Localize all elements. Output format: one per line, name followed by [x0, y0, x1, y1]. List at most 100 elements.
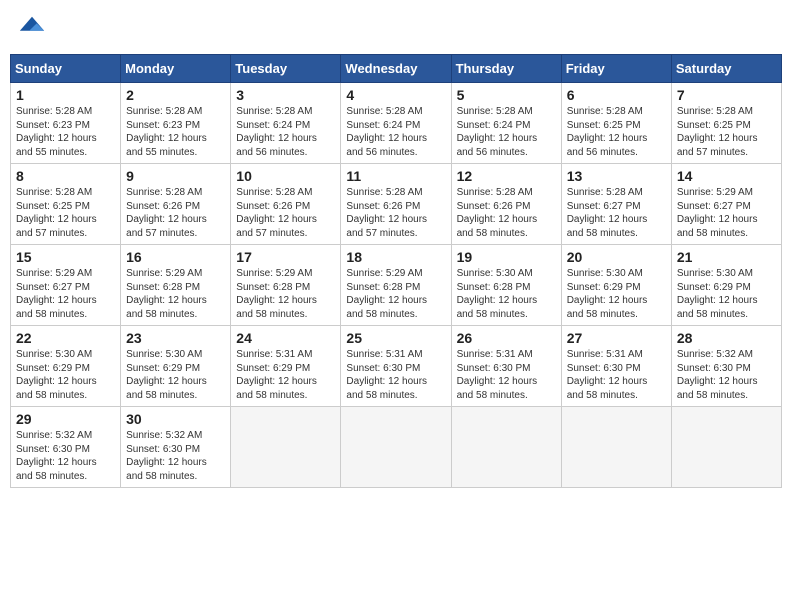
calendar-cell: 10 Sunrise: 5:28 AM Sunset: 6:26 PM Dayl… [231, 164, 341, 245]
calendar-week-4: 22 Sunrise: 5:30 AM Sunset: 6:29 PM Dayl… [11, 326, 782, 407]
day-number: 24 [236, 330, 335, 346]
calendar-cell: 4 Sunrise: 5:28 AM Sunset: 6:24 PM Dayli… [341, 83, 451, 164]
calendar-cell: 24 Sunrise: 5:31 AM Sunset: 6:29 PM Dayl… [231, 326, 341, 407]
day-info: Sunrise: 5:28 AM Sunset: 6:25 PM Dayligh… [677, 105, 776, 159]
day-info: Sunrise: 5:32 AM Sunset: 6:30 PM Dayligh… [16, 429, 115, 483]
calendar-cell: 20 Sunrise: 5:30 AM Sunset: 6:29 PM Dayl… [561, 245, 671, 326]
day-number: 28 [677, 330, 776, 346]
calendar-cell: 27 Sunrise: 5:31 AM Sunset: 6:30 PM Dayl… [561, 326, 671, 407]
day-info: Sunrise: 5:28 AM Sunset: 6:24 PM Dayligh… [236, 105, 335, 159]
day-number: 19 [457, 249, 556, 265]
calendar-cell: 19 Sunrise: 5:30 AM Sunset: 6:28 PM Dayl… [451, 245, 561, 326]
calendar-week-1: 1 Sunrise: 5:28 AM Sunset: 6:23 PM Dayli… [11, 83, 782, 164]
day-number: 26 [457, 330, 556, 346]
day-number: 1 [16, 87, 115, 103]
day-info: Sunrise: 5:28 AM Sunset: 6:27 PM Dayligh… [567, 186, 666, 240]
calendar-header-thursday: Thursday [451, 55, 561, 83]
day-number: 25 [346, 330, 445, 346]
calendar-table: SundayMondayTuesdayWednesdayThursdayFrid… [10, 54, 782, 488]
header [10, 10, 782, 46]
calendar-week-3: 15 Sunrise: 5:29 AM Sunset: 6:27 PM Dayl… [11, 245, 782, 326]
day-number: 13 [567, 168, 666, 184]
calendar-cell: 13 Sunrise: 5:28 AM Sunset: 6:27 PM Dayl… [561, 164, 671, 245]
calendar-cell [561, 407, 671, 488]
calendar-header-row: SundayMondayTuesdayWednesdayThursdayFrid… [11, 55, 782, 83]
day-number: 14 [677, 168, 776, 184]
day-number: 15 [16, 249, 115, 265]
day-info: Sunrise: 5:29 AM Sunset: 6:27 PM Dayligh… [677, 186, 776, 240]
day-number: 9 [126, 168, 225, 184]
day-info: Sunrise: 5:31 AM Sunset: 6:30 PM Dayligh… [346, 348, 445, 402]
calendar-cell: 28 Sunrise: 5:32 AM Sunset: 6:30 PM Dayl… [671, 326, 781, 407]
calendar-week-2: 8 Sunrise: 5:28 AM Sunset: 6:25 PM Dayli… [11, 164, 782, 245]
day-info: Sunrise: 5:28 AM Sunset: 6:26 PM Dayligh… [126, 186, 225, 240]
calendar-cell [451, 407, 561, 488]
day-info: Sunrise: 5:29 AM Sunset: 6:27 PM Dayligh… [16, 267, 115, 321]
calendar-cell: 23 Sunrise: 5:30 AM Sunset: 6:29 PM Dayl… [121, 326, 231, 407]
day-info: Sunrise: 5:28 AM Sunset: 6:25 PM Dayligh… [16, 186, 115, 240]
day-number: 2 [126, 87, 225, 103]
calendar-cell: 6 Sunrise: 5:28 AM Sunset: 6:25 PM Dayli… [561, 83, 671, 164]
calendar-cell: 21 Sunrise: 5:30 AM Sunset: 6:29 PM Dayl… [671, 245, 781, 326]
day-number: 16 [126, 249, 225, 265]
day-number: 29 [16, 411, 115, 427]
day-number: 5 [457, 87, 556, 103]
day-info: Sunrise: 5:30 AM Sunset: 6:29 PM Dayligh… [677, 267, 776, 321]
day-info: Sunrise: 5:28 AM Sunset: 6:24 PM Dayligh… [346, 105, 445, 159]
calendar-cell: 25 Sunrise: 5:31 AM Sunset: 6:30 PM Dayl… [341, 326, 451, 407]
day-number: 17 [236, 249, 335, 265]
day-info: Sunrise: 5:29 AM Sunset: 6:28 PM Dayligh… [126, 267, 225, 321]
calendar-cell: 22 Sunrise: 5:30 AM Sunset: 6:29 PM Dayl… [11, 326, 121, 407]
calendar-cell: 8 Sunrise: 5:28 AM Sunset: 6:25 PM Dayli… [11, 164, 121, 245]
calendar-cell [231, 407, 341, 488]
day-number: 6 [567, 87, 666, 103]
day-number: 23 [126, 330, 225, 346]
day-number: 11 [346, 168, 445, 184]
day-info: Sunrise: 5:28 AM Sunset: 6:24 PM Dayligh… [457, 105, 556, 159]
day-info: Sunrise: 5:28 AM Sunset: 6:26 PM Dayligh… [236, 186, 335, 240]
calendar-cell: 16 Sunrise: 5:29 AM Sunset: 6:28 PM Dayl… [121, 245, 231, 326]
calendar-cell: 18 Sunrise: 5:29 AM Sunset: 6:28 PM Dayl… [341, 245, 451, 326]
day-info: Sunrise: 5:31 AM Sunset: 6:30 PM Dayligh… [567, 348, 666, 402]
day-number: 21 [677, 249, 776, 265]
calendar-cell: 1 Sunrise: 5:28 AM Sunset: 6:23 PM Dayli… [11, 83, 121, 164]
day-info: Sunrise: 5:30 AM Sunset: 6:29 PM Dayligh… [126, 348, 225, 402]
calendar-cell: 30 Sunrise: 5:32 AM Sunset: 6:30 PM Dayl… [121, 407, 231, 488]
calendar-header-saturday: Saturday [671, 55, 781, 83]
calendar-cell: 17 Sunrise: 5:29 AM Sunset: 6:28 PM Dayl… [231, 245, 341, 326]
day-info: Sunrise: 5:28 AM Sunset: 6:25 PM Dayligh… [567, 105, 666, 159]
day-info: Sunrise: 5:30 AM Sunset: 6:29 PM Dayligh… [567, 267, 666, 321]
day-info: Sunrise: 5:28 AM Sunset: 6:26 PM Dayligh… [346, 186, 445, 240]
day-number: 8 [16, 168, 115, 184]
day-number: 3 [236, 87, 335, 103]
day-number: 22 [16, 330, 115, 346]
calendar-cell: 26 Sunrise: 5:31 AM Sunset: 6:30 PM Dayl… [451, 326, 561, 407]
day-info: Sunrise: 5:29 AM Sunset: 6:28 PM Dayligh… [236, 267, 335, 321]
day-number: 18 [346, 249, 445, 265]
day-info: Sunrise: 5:29 AM Sunset: 6:28 PM Dayligh… [346, 267, 445, 321]
calendar-cell: 5 Sunrise: 5:28 AM Sunset: 6:24 PM Dayli… [451, 83, 561, 164]
calendar-header-tuesday: Tuesday [231, 55, 341, 83]
day-number: 12 [457, 168, 556, 184]
day-number: 27 [567, 330, 666, 346]
day-info: Sunrise: 5:28 AM Sunset: 6:23 PM Dayligh… [126, 105, 225, 159]
calendar-body: 1 Sunrise: 5:28 AM Sunset: 6:23 PM Dayli… [11, 83, 782, 488]
calendar-cell: 14 Sunrise: 5:29 AM Sunset: 6:27 PM Dayl… [671, 164, 781, 245]
day-info: Sunrise: 5:28 AM Sunset: 6:26 PM Dayligh… [457, 186, 556, 240]
calendar-header-friday: Friday [561, 55, 671, 83]
calendar-header-monday: Monday [121, 55, 231, 83]
day-info: Sunrise: 5:30 AM Sunset: 6:29 PM Dayligh… [16, 348, 115, 402]
calendar-cell: 29 Sunrise: 5:32 AM Sunset: 6:30 PM Dayl… [11, 407, 121, 488]
day-number: 4 [346, 87, 445, 103]
calendar-cell [671, 407, 781, 488]
calendar-cell [341, 407, 451, 488]
calendar-cell: 7 Sunrise: 5:28 AM Sunset: 6:25 PM Dayli… [671, 83, 781, 164]
calendar-cell: 12 Sunrise: 5:28 AM Sunset: 6:26 PM Dayl… [451, 164, 561, 245]
day-number: 30 [126, 411, 225, 427]
calendar-cell: 2 Sunrise: 5:28 AM Sunset: 6:23 PM Dayli… [121, 83, 231, 164]
day-number: 10 [236, 168, 335, 184]
day-info: Sunrise: 5:32 AM Sunset: 6:30 PM Dayligh… [677, 348, 776, 402]
day-info: Sunrise: 5:31 AM Sunset: 6:30 PM Dayligh… [457, 348, 556, 402]
day-number: 7 [677, 87, 776, 103]
calendar-cell: 15 Sunrise: 5:29 AM Sunset: 6:27 PM Dayl… [11, 245, 121, 326]
